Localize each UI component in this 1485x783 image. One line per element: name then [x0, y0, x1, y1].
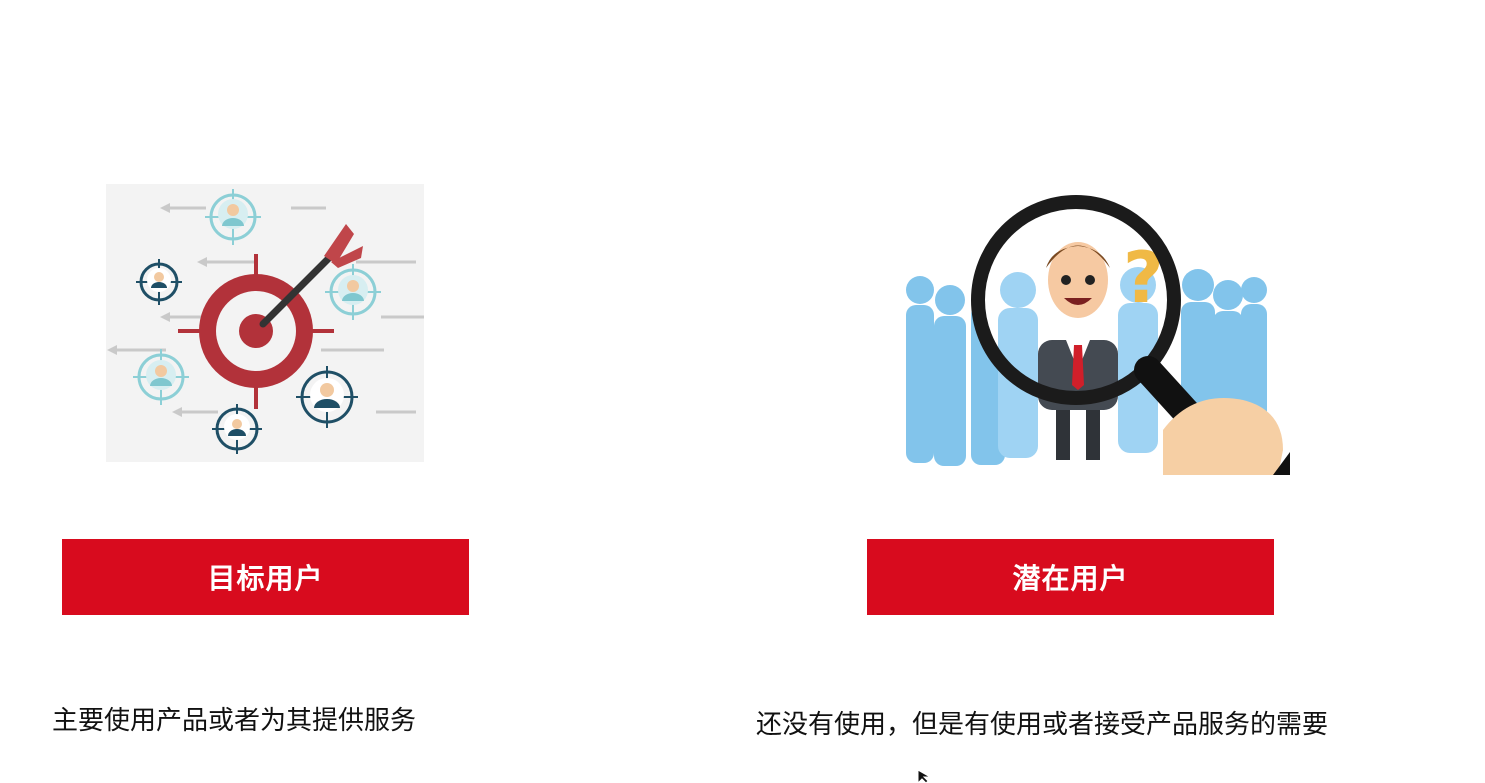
potential-users-title: 潜在用户	[1012, 562, 1129, 595]
target-users-description: 主要使用产品或者为其提供服务	[52, 706, 417, 736]
target-users-title: 目标用户	[207, 562, 324, 595]
target-users-icon	[106, 184, 424, 462]
potential-users-description: 还没有使用，但是有使用或者接受产品服务的需要	[756, 710, 1329, 740]
slide: ? 目标用户 潜在用户 主要使用产品或者为其提供服务 还没有使用，但是有使用或者…	[0, 0, 1485, 783]
magnifier-crowd-icon: ?	[906, 195, 1290, 475]
mouse-cursor-icon	[918, 770, 932, 783]
target-users-label: 目标用户	[62, 539, 469, 615]
potential-users-label: 潜在用户	[867, 539, 1274, 615]
